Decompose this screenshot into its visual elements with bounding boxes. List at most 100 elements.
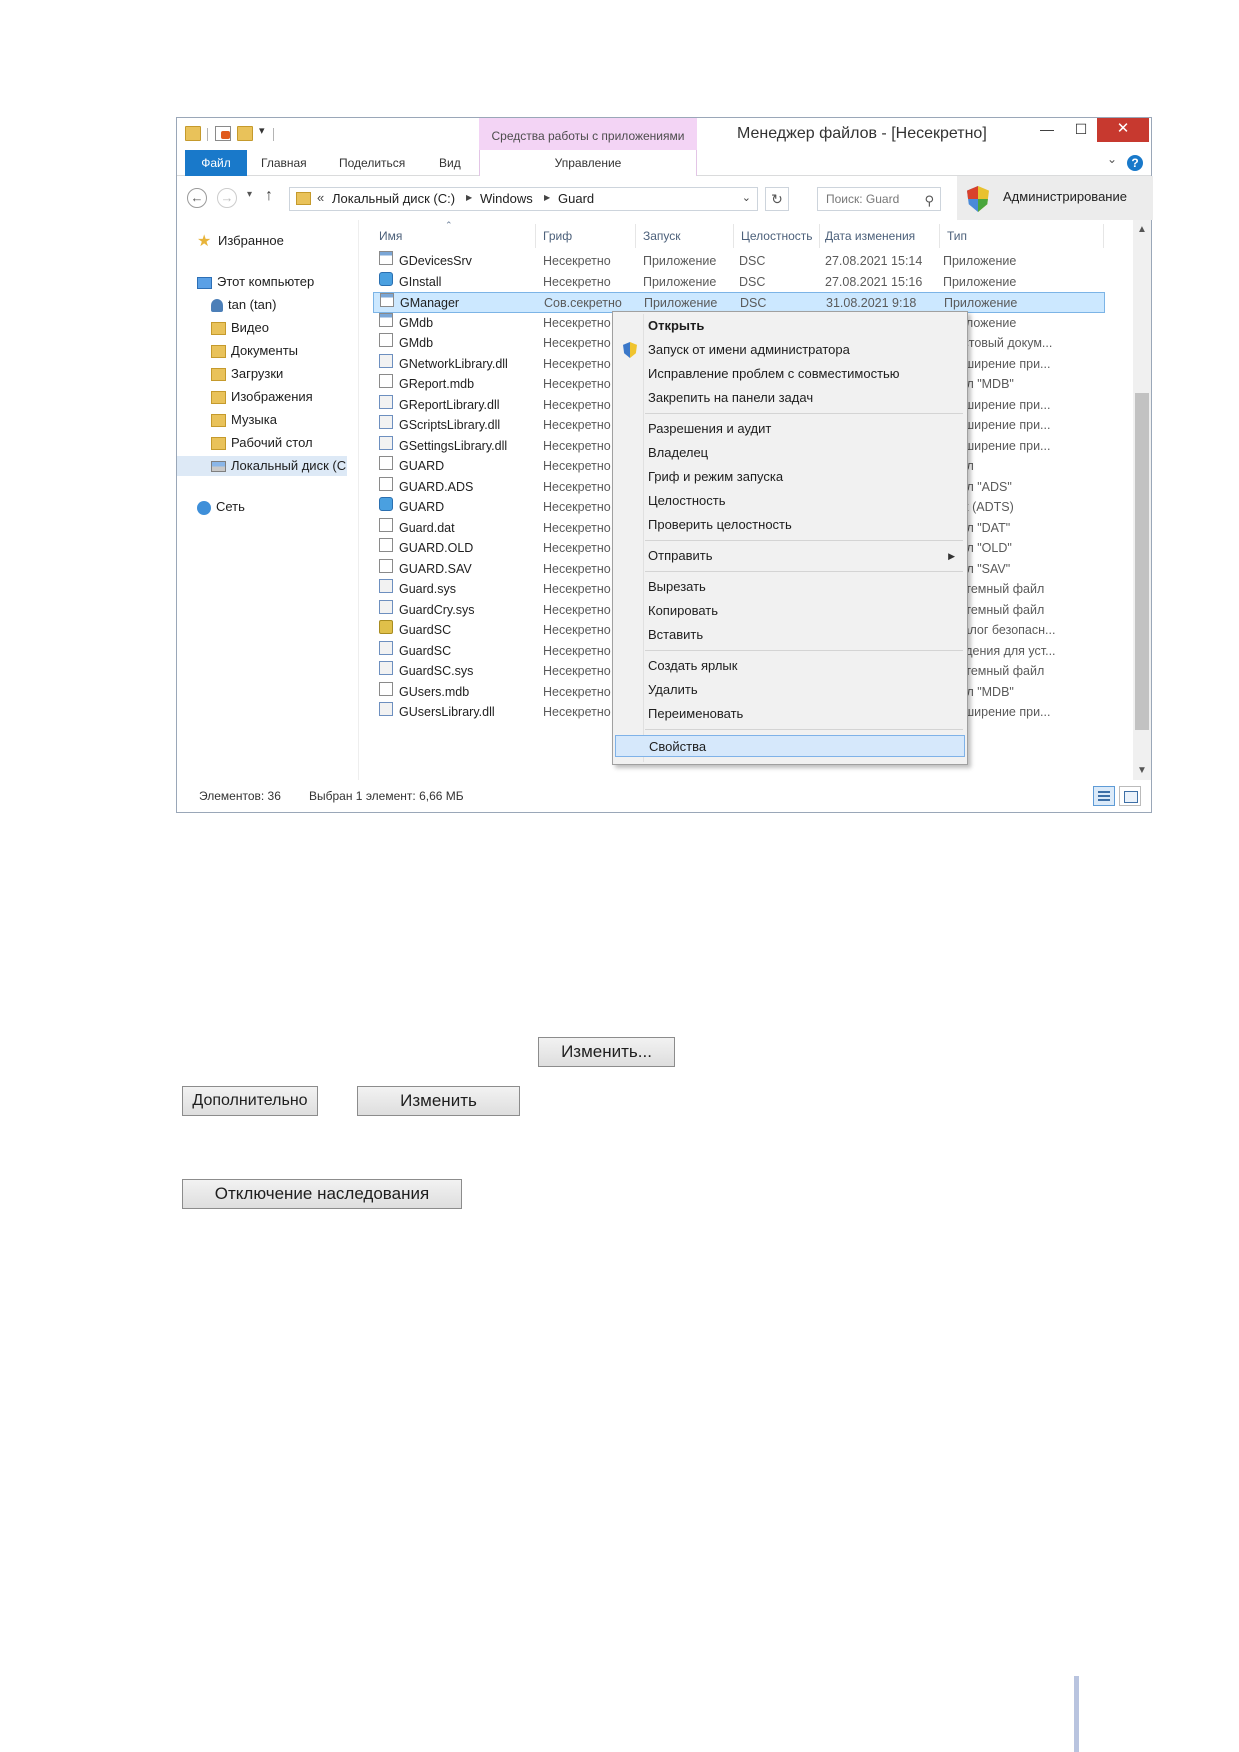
tab-file[interactable]: Файл	[185, 150, 247, 176]
star-icon: ★	[197, 232, 212, 250]
menu-item-integrity[interactable]: Целостность	[615, 490, 965, 512]
column-header-integrity[interactable]: Целостность	[741, 229, 813, 243]
advanced-button[interactable]: Дополнительно	[182, 1086, 318, 1116]
search-input[interactable]: Поиск: Guard ⚲	[817, 187, 941, 211]
overflow-chevron-icon[interactable]: «	[317, 190, 324, 205]
scroll-down-icon[interactable]: ▼	[1137, 765, 1147, 776]
nav-item-pictures[interactable]: Изображения	[211, 387, 313, 407]
table-row[interactable]: GDevicesSrv Несекретно Приложение DSC 27.08.…	[373, 251, 1105, 272]
menu-item-grif-launch-mode[interactable]: Гриф и режим запуска	[615, 466, 965, 488]
help-icon[interactable]: ?	[1127, 155, 1143, 171]
tab-manage[interactable]: Управление	[479, 150, 697, 176]
column-divider[interactable]	[535, 224, 536, 248]
nav-network[interactable]: Сеть	[197, 497, 245, 517]
menu-item-create-shortcut[interactable]: Создать ярлык	[615, 655, 965, 677]
column-header-grif[interactable]: Гриф	[543, 229, 572, 243]
column-header-launch[interactable]: Запуск	[643, 229, 681, 243]
menu-item-paste[interactable]: Вставить	[615, 624, 965, 646]
change-button[interactable]: Изменить	[357, 1086, 520, 1116]
customize-toolbar-icon[interactable]: ▾	[259, 124, 265, 137]
cell-name: GUARD.SAV	[399, 561, 472, 576]
new-folder-icon[interactable]	[237, 126, 253, 141]
properties-icon[interactable]	[215, 126, 231, 141]
column-header-date[interactable]: Дата изменения	[825, 229, 915, 243]
tab-share[interactable]: Поделиться	[339, 150, 405, 176]
change-ellipsis-button[interactable]: Изменить...	[538, 1037, 675, 1067]
nav-item-desktop[interactable]: Рабочий стол	[211, 433, 313, 453]
column-divider[interactable]	[1103, 224, 1104, 248]
menu-item-owner[interactable]: Владелец	[615, 442, 965, 464]
column-header-name[interactable]: Имя	[379, 229, 402, 243]
file-icon	[380, 293, 394, 307]
nav-favorites[interactable]: ★ Избранное	[197, 231, 284, 251]
column-divider[interactable]	[819, 224, 820, 248]
nav-item-music[interactable]: Музыка	[211, 410, 277, 430]
address-dropdown-icon[interactable]: ⌄	[742, 191, 751, 204]
file-icon	[379, 435, 393, 450]
folder-icon	[211, 345, 226, 359]
forward-arrow-icon[interactable]: →	[217, 188, 237, 208]
menu-item-copy[interactable]: Копировать	[615, 600, 965, 622]
search-placeholder: Поиск: Guard	[826, 192, 900, 206]
ribbon-tabs: Файл Главная Поделиться Вид Управление ⌄…	[177, 150, 1151, 176]
address-bar[interactable]: « Локальный диск (C:) ▶ Windows ▶ Guard …	[289, 187, 758, 211]
menu-item-rename[interactable]: Переименовать	[615, 703, 965, 725]
user-icon	[211, 299, 223, 313]
cell-launch: Приложение	[643, 254, 717, 268]
cell-launch: Приложение	[643, 274, 717, 289]
drive-icon	[211, 461, 226, 473]
tab-home[interactable]: Главная	[261, 150, 307, 176]
nav-item-local-disk[interactable]: Локальный диск (C	[177, 456, 347, 476]
administration-button[interactable]: Администрирование	[957, 176, 1153, 220]
file-icon	[379, 558, 393, 573]
nav-label: Избранное	[218, 233, 284, 248]
column-divider[interactable]	[939, 224, 940, 248]
nav-item-user[interactable]: tan (tan)	[211, 295, 276, 315]
column-header-type[interactable]: Тип	[947, 229, 967, 243]
nav-this-pc[interactable]: Этот компьютер	[197, 272, 314, 292]
menu-item-check-integrity[interactable]: Проверить целостность	[615, 514, 965, 536]
table-row[interactable]: GManager Сов.секретно Приложение DSC 31.08.2…	[373, 292, 1105, 313]
cell-name: GuardSC	[399, 623, 452, 637]
menu-item-properties[interactable]: Свойства	[615, 735, 965, 757]
details-view-icon[interactable]	[1093, 786, 1115, 806]
cell-name: GSettingsLibrary.dll	[399, 438, 508, 453]
menu-item-pin-taskbar[interactable]: Закрепить на панели задач	[615, 387, 965, 409]
back-arrow-icon[interactable]: ←	[187, 188, 207, 208]
scroll-up-icon[interactable]: ▲	[1137, 224, 1147, 235]
recent-locations-icon[interactable]: ▾	[247, 189, 252, 200]
refresh-button[interactable]: ↻	[765, 187, 789, 211]
breadcrumb-local-disk[interactable]: Локальный диск (C:)	[332, 191, 455, 206]
maximize-button[interactable]: ☐	[1061, 118, 1101, 142]
menu-item-permissions-audit[interactable]: Разрешения и аудит	[615, 418, 965, 440]
folder-icon	[211, 391, 226, 405]
menu-item-troubleshoot-compatibility[interactable]: Исправление проблем с совместимостью	[615, 363, 965, 385]
folder-icon	[185, 126, 201, 141]
menu-item-cut[interactable]: Вырезать	[615, 576, 965, 598]
column-divider[interactable]	[635, 224, 636, 248]
breadcrumb-guard[interactable]: Guard	[558, 191, 594, 206]
nav-item-video[interactable]: Видео	[211, 318, 269, 338]
menu-item-delete[interactable]: Удалить	[615, 679, 965, 701]
breadcrumb-separator-icon[interactable]: ▶	[544, 193, 550, 202]
breadcrumb-windows[interactable]: Windows	[480, 191, 533, 206]
close-button[interactable]: ✕	[1097, 118, 1149, 142]
nav-item-downloads[interactable]: Загрузки	[211, 364, 283, 384]
nav-item-documents[interactable]: Документы	[211, 341, 298, 361]
up-arrow-icon[interactable]: ↑	[265, 187, 273, 205]
menu-item-run-as-admin[interactable]: Запуск от имени администратора	[615, 339, 965, 361]
scrollbar-thumb[interactable]	[1135, 393, 1149, 730]
menu-item-send-to[interactable]: Отправить ▶	[615, 545, 965, 567]
vertical-scrollbar[interactable]: ▲ ▼	[1133, 220, 1151, 780]
cell-integrity: DSC	[739, 274, 766, 289]
tab-view[interactable]: Вид	[439, 150, 461, 176]
disable-inheritance-button[interactable]: Отключение наследования	[182, 1179, 462, 1209]
cell-type: Приложение	[943, 274, 1017, 289]
column-divider[interactable]	[733, 224, 734, 248]
table-row[interactable]: GInstall Несекретно Приложение DSC 27.08.202…	[373, 271, 1105, 293]
breadcrumb-separator-icon[interactable]: ▶	[466, 193, 472, 202]
navigation-pane: ★ Избранное Этот компьютер tan (tan) Виде…	[177, 220, 359, 780]
expand-ribbon-icon[interactable]: ⌄	[1107, 152, 1117, 166]
menu-item-open[interactable]: Открыть	[615, 315, 965, 337]
large-icons-view-icon[interactable]	[1119, 786, 1141, 806]
